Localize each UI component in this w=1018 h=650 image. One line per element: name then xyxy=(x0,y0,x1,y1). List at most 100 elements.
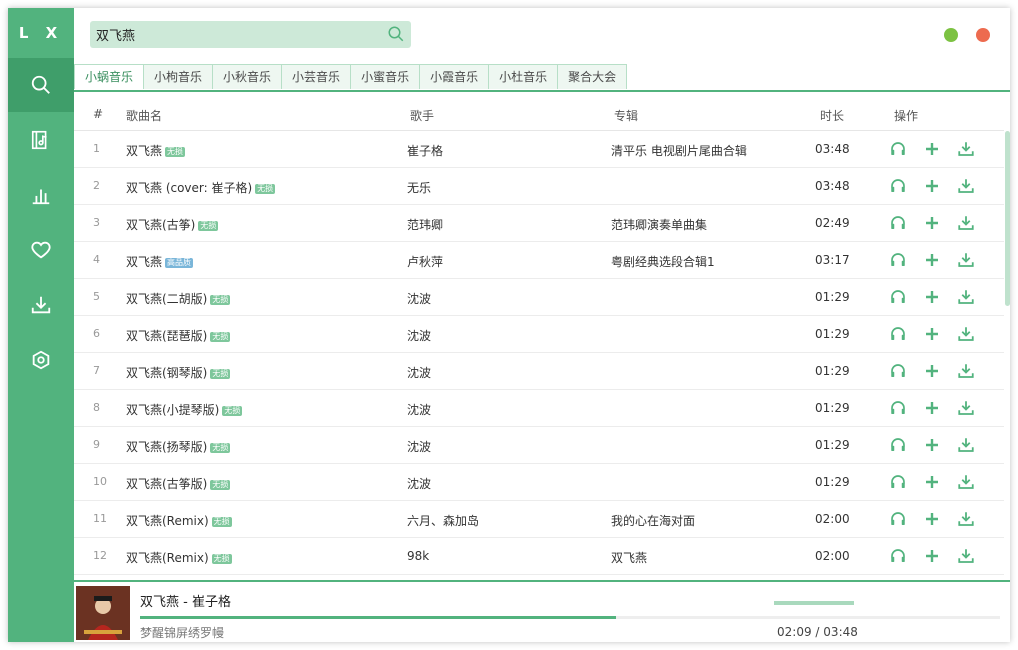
song-artist[interactable]: 范玮卿 xyxy=(407,216,443,233)
add-to-list-button[interactable] xyxy=(922,214,942,232)
song-name[interactable]: 双飞燕(Remix) 无损 xyxy=(126,512,232,529)
nav-charts[interactable] xyxy=(8,168,74,222)
song-name[interactable]: 双飞燕(扬琴版) 无损 xyxy=(126,438,231,455)
download-song-button[interactable] xyxy=(956,399,976,417)
download-song-button[interactable] xyxy=(956,325,976,343)
song-album[interactable]: 双飞燕 xyxy=(611,549,647,566)
search-icon xyxy=(31,75,50,94)
song-name[interactable]: 双飞燕(钢琴版) 无损 xyxy=(126,364,231,381)
song-name[interactable]: 双飞燕(古筝版) 无损 xyxy=(126,475,231,492)
listen-button[interactable] xyxy=(888,547,908,565)
song-name[interactable]: 双飞燕 高品质 xyxy=(126,253,194,270)
volume-slider[interactable] xyxy=(774,601,854,605)
table-row[interactable]: 3 双飞燕(古筝) 无损 范玮卿 范玮卿演奏单曲集 02:49 xyxy=(74,205,1004,242)
song-artist[interactable]: 98k xyxy=(407,549,429,563)
table-row[interactable]: 2 双飞燕 (cover: 崔子格) 无损 无乐 03:48 xyxy=(74,168,1004,205)
search-input[interactable] xyxy=(96,24,376,44)
progress-bar[interactable] xyxy=(140,616,1000,619)
table-row[interactable]: 9 双飞燕(扬琴版) 无损 沈波 01:29 xyxy=(74,427,1004,464)
song-name[interactable]: 双飞燕(古筝) 无损 xyxy=(126,216,219,233)
table-row[interactable]: 1 双飞燕 无损 崔子格 清平乐 电视剧片尾曲合辑 03:48 xyxy=(74,131,1004,168)
listen-button[interactable] xyxy=(888,473,908,491)
add-to-list-button[interactable] xyxy=(922,547,942,565)
listen-button[interactable] xyxy=(888,510,908,528)
search-icon[interactable] xyxy=(387,25,405,43)
listen-button[interactable] xyxy=(888,140,908,158)
add-to-list-button[interactable] xyxy=(922,177,942,195)
nav-download[interactable] xyxy=(8,278,74,332)
table-row[interactable]: 4 双飞燕 高品质 卢秋萍 粤剧经典选段合辑1 03:17 xyxy=(74,242,1004,279)
download-song-button[interactable] xyxy=(956,140,976,158)
download-song-button[interactable] xyxy=(956,251,976,269)
song-artist[interactable]: 沈波 xyxy=(407,290,431,307)
download-song-button[interactable] xyxy=(956,473,976,491)
song-artist[interactable]: 卢秋萍 xyxy=(407,253,443,270)
song-artist[interactable]: 崔子格 xyxy=(407,142,443,159)
song-artist[interactable]: 沈波 xyxy=(407,401,431,418)
song-album[interactable]: 粤剧经典选段合辑1 xyxy=(611,253,715,270)
tab-aggregate[interactable]: 聚合大会 xyxy=(557,64,628,89)
download-song-button[interactable] xyxy=(956,362,976,380)
song-artist[interactable]: 沈波 xyxy=(407,475,431,492)
song-name[interactable]: 双飞燕(Remix) 无损 xyxy=(126,549,232,566)
scrollbar[interactable] xyxy=(1005,131,1010,306)
tab-source-6[interactable]: 小霞音乐 xyxy=(419,64,489,89)
listen-button[interactable] xyxy=(888,177,908,195)
tab-source-1[interactable]: 小蜗音乐 xyxy=(74,64,144,89)
song-name[interactable]: 双飞燕(小提琴版) 无损 xyxy=(126,401,243,418)
listen-button[interactable] xyxy=(888,436,908,454)
nav-settings[interactable] xyxy=(8,333,74,387)
download-song-button[interactable] xyxy=(956,177,976,195)
listen-button[interactable] xyxy=(888,362,908,380)
listen-button[interactable] xyxy=(888,288,908,306)
add-to-list-button[interactable] xyxy=(922,251,942,269)
nav-search[interactable] xyxy=(8,58,74,112)
tab-source-3[interactable]: 小秋音乐 xyxy=(212,64,282,89)
album-cover[interactable] xyxy=(76,586,130,640)
listen-button[interactable] xyxy=(888,214,908,232)
song-name[interactable]: 双飞燕(琵琶版) 无损 xyxy=(126,327,231,344)
download-song-button[interactable] xyxy=(956,436,976,454)
song-artist[interactable]: 无乐 xyxy=(407,179,431,196)
table-row[interactable]: 10 双飞燕(古筝版) 无损 沈波 01:29 xyxy=(74,464,1004,501)
table-row[interactable]: 11 双飞燕(Remix) 无损 六月、森加岛 我的心在海对面 02:00 xyxy=(74,501,1004,538)
add-to-list-button[interactable] xyxy=(922,473,942,491)
tab-source-5[interactable]: 小蜜音乐 xyxy=(350,64,420,89)
table-row[interactable]: 8 双飞燕(小提琴版) 无损 沈波 01:29 xyxy=(74,390,1004,427)
add-to-list-button[interactable] xyxy=(922,140,942,158)
song-album[interactable]: 清平乐 电视剧片尾曲合辑 xyxy=(611,142,747,159)
song-album[interactable]: 范玮卿演奏单曲集 xyxy=(611,216,707,233)
add-to-list-button[interactable] xyxy=(922,362,942,380)
nav-song-list[interactable] xyxy=(8,113,74,167)
download-song-button[interactable] xyxy=(956,288,976,306)
add-to-list-button[interactable] xyxy=(922,510,942,528)
table-row[interactable]: 7 双飞燕(钢琴版) 无损 沈波 01:29 xyxy=(74,353,1004,390)
table-row[interactable]: 5 双飞燕(二胡版) 无损 沈波 01:29 xyxy=(74,279,1004,316)
song-artist[interactable]: 沈波 xyxy=(407,364,431,381)
song-artist[interactable]: 六月、森加岛 xyxy=(407,512,479,529)
add-to-list-button[interactable] xyxy=(922,436,942,454)
song-name[interactable]: 双飞燕 (cover: 崔子格) 无损 xyxy=(126,179,276,196)
tab-source-2[interactable]: 小枸音乐 xyxy=(143,64,213,89)
song-artist[interactable]: 沈波 xyxy=(407,327,431,344)
song-name[interactable]: 双飞燕 无损 xyxy=(126,142,186,159)
download-song-button[interactable] xyxy=(956,547,976,565)
listen-button[interactable] xyxy=(888,399,908,417)
song-album[interactable]: 我的心在海对面 xyxy=(611,512,695,529)
table-row[interactable]: 12 双飞燕(Remix) 无损 98k 双飞燕 02:00 xyxy=(74,538,1004,575)
close-button[interactable] xyxy=(976,28,990,42)
listen-button[interactable] xyxy=(888,251,908,269)
download-song-button[interactable] xyxy=(956,214,976,232)
listen-button[interactable] xyxy=(888,325,908,343)
add-to-list-button[interactable] xyxy=(922,288,942,306)
song-artist[interactable]: 沈波 xyxy=(407,438,431,455)
download-song-button[interactable] xyxy=(956,510,976,528)
minimize-button[interactable] xyxy=(944,28,958,42)
table-row[interactable]: 6 双飞燕(琵琶版) 无损 沈波 01:29 xyxy=(74,316,1004,353)
nav-favorites[interactable] xyxy=(8,223,74,277)
tab-source-7[interactable]: 小杜音乐 xyxy=(488,64,558,89)
add-to-list-button[interactable] xyxy=(922,325,942,343)
add-to-list-button[interactable] xyxy=(922,399,942,417)
song-name[interactable]: 双飞燕(二胡版) 无损 xyxy=(126,290,231,307)
tab-source-4[interactable]: 小芸音乐 xyxy=(281,64,351,89)
